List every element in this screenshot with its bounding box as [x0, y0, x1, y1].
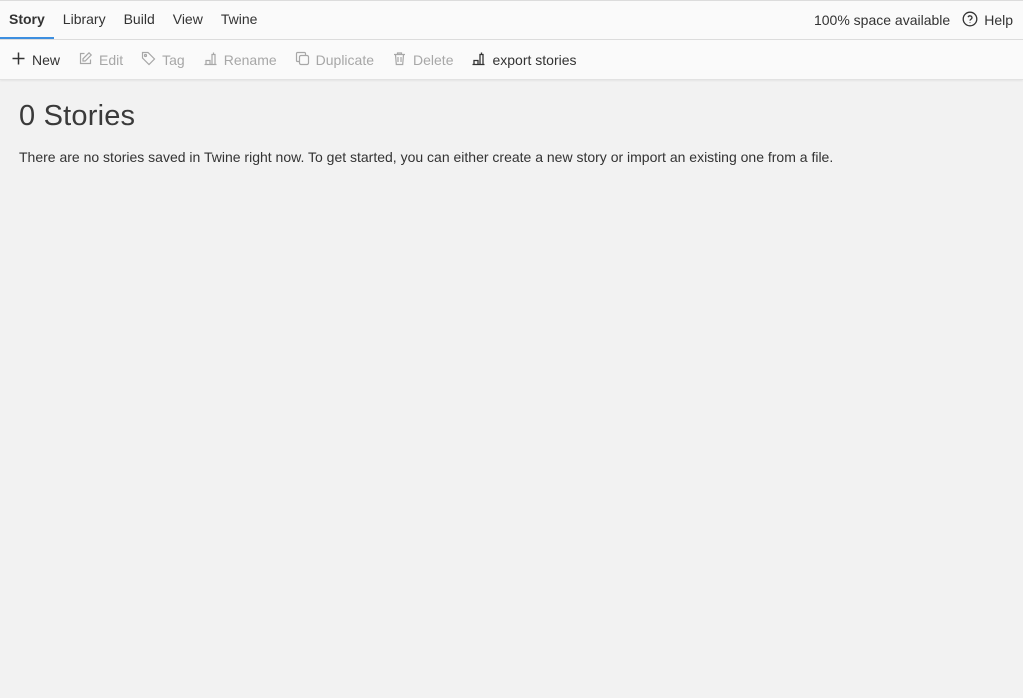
new-story-button[interactable]: New [4, 40, 71, 79]
export-label: export stories [492, 51, 577, 68]
duplicate-label: Duplicate [315, 51, 375, 68]
plus-icon [11, 51, 26, 69]
tab-story[interactable]: Story [0, 1, 54, 39]
top-right-area: 100% space available Help [814, 1, 1023, 39]
copy-icon [295, 51, 310, 69]
empty-state-message: There are no stories saved in Twine righ… [19, 149, 834, 165]
delete-label: Delete [413, 51, 454, 68]
page-title: 0 Stories [19, 100, 136, 132]
pencil-icon [78, 51, 93, 69]
tab-twine[interactable]: Twine [212, 1, 267, 39]
story-library-main: 0 Stories There are no stories saved in … [0, 100, 1023, 165]
tag-label: Tag [162, 51, 185, 68]
rename-label: Rename [223, 51, 277, 68]
space-available-text: 100% space available [813, 12, 951, 28]
tag-button[interactable]: Tag [134, 40, 196, 79]
new-label: New [32, 51, 61, 68]
menu-tabs: Story Library Build View Twine [0, 1, 266, 39]
delete-button[interactable]: Delete [385, 40, 464, 79]
tag-icon [141, 51, 156, 69]
tab-view[interactable]: View [164, 1, 212, 39]
tab-build[interactable]: Build [115, 1, 164, 39]
rename-icon [203, 51, 218, 69]
question-circle-icon [962, 11, 978, 30]
trash-icon [392, 51, 407, 69]
tab-library[interactable]: Library [54, 1, 115, 39]
duplicate-button[interactable]: Duplicate [288, 40, 385, 79]
top-menu-bar: Story Library Build View Twine 100% spac… [0, 0, 1023, 40]
export-stories-button[interactable]: export stories [464, 40, 587, 79]
story-toolbar: New Edit Tag Rename Duplicate Delete exp… [0, 40, 1023, 80]
export-icon [471, 51, 486, 69]
help-label: Help [984, 12, 1013, 28]
edit-button[interactable]: Edit [71, 40, 134, 79]
edit-label: Edit [99, 51, 124, 68]
rename-button[interactable]: Rename [196, 40, 288, 79]
help-button[interactable]: Help [962, 11, 1013, 30]
